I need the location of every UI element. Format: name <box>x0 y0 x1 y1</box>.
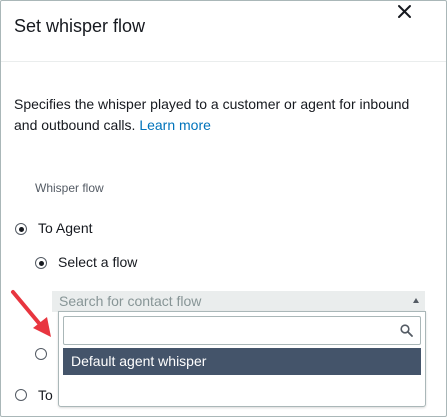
dropdown-option[interactable]: Default agent whisper <box>63 348 421 375</box>
caret-up-icon <box>413 298 419 303</box>
to-customer-label: To <box>38 387 53 403</box>
flow-option-radio[interactable] <box>35 348 47 360</box>
flow-search-input[interactable] <box>68 320 392 342</box>
close-icon[interactable] <box>394 1 416 23</box>
whisper-flow-label: Whisper flow <box>35 181 104 195</box>
select-placeholder: Search for contact flow <box>59 293 202 309</box>
contact-flow-select[interactable]: Search for contact flow <box>52 291 425 312</box>
dialog-header: Set whisper flow <box>1 1 446 62</box>
description-text: Specifies the whisper played to a custom… <box>14 96 410 133</box>
to-agent-label: To Agent <box>38 220 93 236</box>
to-agent-radio[interactable] <box>15 223 27 235</box>
to-customer-radio[interactable] <box>15 389 27 401</box>
select-a-flow-label: Select a flow <box>58 254 138 270</box>
set-whisper-flow-dialog: Set whisper flow Specifies the whisper p… <box>0 0 447 417</box>
search-icon <box>400 324 413 337</box>
red-arrow-icon <box>11 290 51 337</box>
select-a-flow-radio[interactable] <box>35 257 47 269</box>
flow-search-box[interactable] <box>63 316 421 345</box>
dialog-title: Set whisper flow <box>14 16 146 36</box>
dialog-description: Specifies the whisper played to a custom… <box>14 94 414 136</box>
learn-more-link[interactable]: Learn more <box>139 117 211 133</box>
option-label: Default agent whisper <box>71 353 207 369</box>
flow-dropdown: Default agent whisper <box>58 311 426 407</box>
